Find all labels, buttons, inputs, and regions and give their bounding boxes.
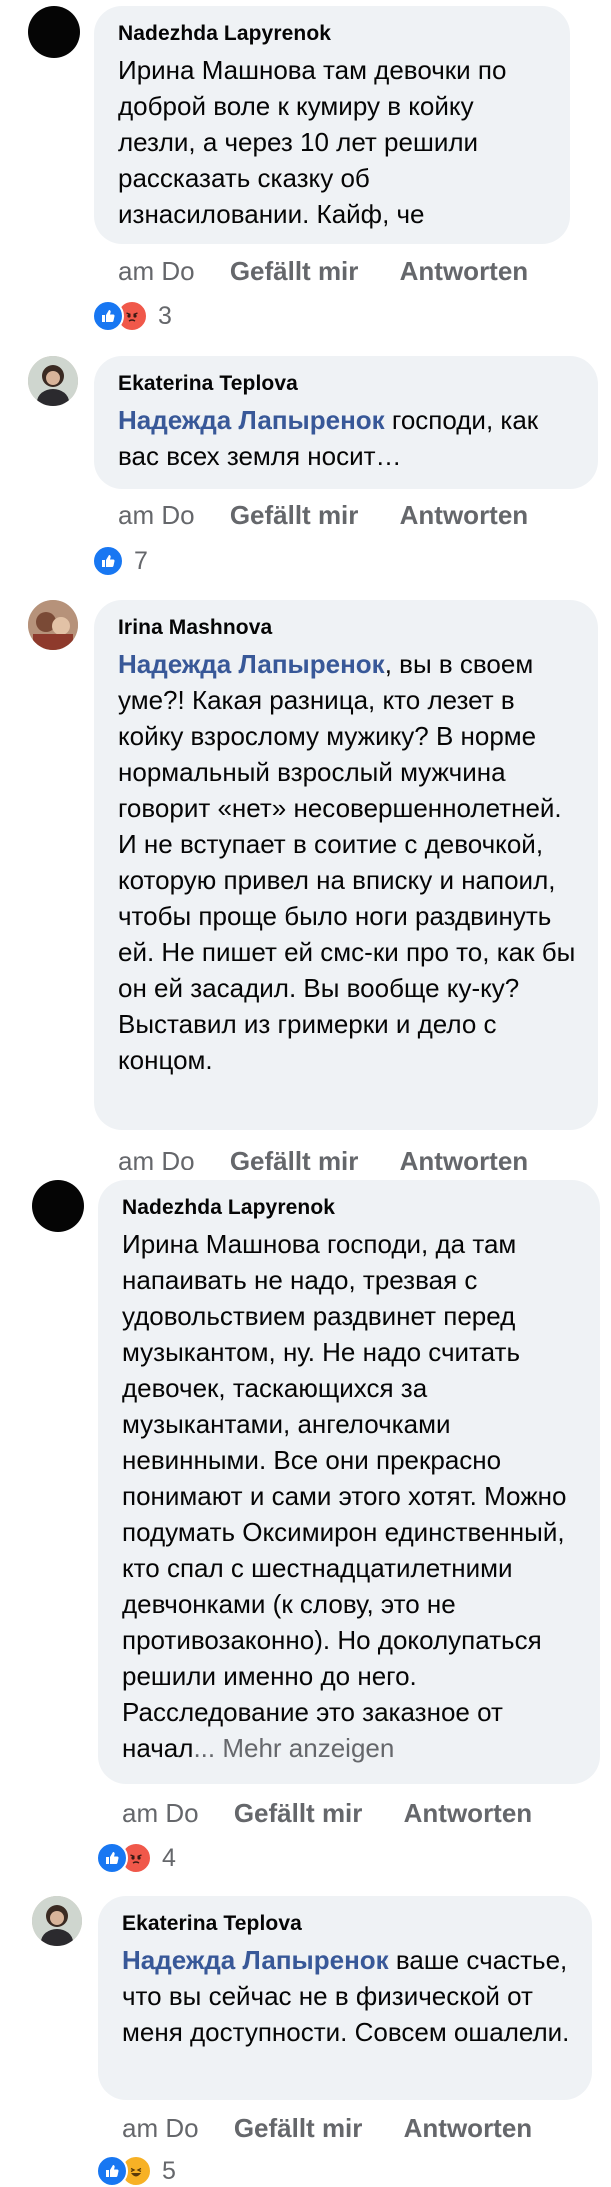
like-button[interactable]: Gefällt mir (230, 500, 359, 531)
comment-author[interactable]: Ekaterina Teplova (122, 1912, 570, 1936)
reply-button[interactable]: Antworten (404, 2113, 533, 2144)
reactions[interactable]: 7 (92, 545, 148, 577)
reply-button[interactable]: Antworten (400, 500, 529, 531)
mention-link[interactable]: Надежда Лапыренок (118, 405, 385, 435)
reply-button[interactable]: Antworten (400, 256, 529, 287)
reply-button[interactable]: Antworten (400, 1146, 529, 1170)
like-button[interactable]: Gefällt mir (230, 1146, 359, 1170)
reaction-count: 4 (162, 1843, 176, 1872)
comment-actions: am Do Gefällt mir Antworten (122, 1798, 532, 1829)
like-button[interactable]: Gefällt mir (234, 1798, 363, 1829)
like-button[interactable]: Gefällt mir (234, 2113, 363, 2144)
reactions[interactable]: 5 (96, 2155, 176, 2187)
avatar-photo (32, 1896, 82, 1946)
comment-actions: am Do Gefällt mir Antworten (122, 2113, 532, 2144)
reaction-count: 3 (158, 301, 172, 330)
comment-author[interactable]: Irina Mashnova (118, 616, 576, 640)
comment-bubble: Nadezhda Lapyrenok Ирина Машнова господи… (98, 1180, 600, 1784)
comment-bubble: Nadezhda Lapyrenok Ирина Машнова там дев… (94, 6, 570, 244)
comment-text: Надежда Лапыренок, вы в своем уме?! Кака… (118, 646, 576, 1078)
comment-author[interactable]: Nadezhda Lapyrenok (122, 1196, 578, 1220)
comment-bubble: Ekaterina Teplova Надежда Лапыренок ваше… (98, 1896, 592, 2100)
reactions[interactable]: 4 (96, 1842, 176, 1874)
comment-bubble: Irina Mashnova Надежда Лапыренок, вы в с… (94, 600, 598, 1130)
reactions[interactable]: 3 (92, 300, 172, 332)
comment-time[interactable]: am Do (118, 500, 195, 531)
comment-author[interactable]: Nadezhda Lapyrenok (118, 22, 548, 46)
reply-button[interactable]: Antworten (404, 1798, 533, 1829)
comment-author[interactable]: Ekaterina Teplova (118, 372, 576, 396)
comment-actions: am Do Gefällt mir Antworten (118, 1146, 528, 1170)
like-icon (92, 545, 124, 577)
comment-text: Ирина Машнова господи, да там напаивать … (122, 1226, 578, 1766)
like-icon (96, 1842, 128, 1874)
mention-link[interactable]: Надежда Лапыренок (122, 1945, 389, 1975)
avatar[interactable] (28, 6, 80, 58)
like-button[interactable]: Gefällt mir (230, 256, 359, 287)
comment-body: Ирина Машнова господи, да там напаивать … (122, 1229, 567, 1763)
comment-bubble: Ekaterina Teplova Надежда Лапыренок госп… (94, 356, 598, 489)
comment-text: Ирина Машнова там девочки по доброй воле… (118, 55, 507, 229)
avatar[interactable] (28, 600, 78, 650)
comment-time[interactable]: am Do (122, 1798, 199, 1829)
reaction-count: 5 (162, 2156, 176, 2185)
avatar-photo (28, 356, 78, 406)
comment-time[interactable]: am Do (122, 2113, 199, 2144)
comment-time[interactable]: am Do (118, 256, 195, 287)
comment-actions: am Do Gefällt mir Antworten (118, 256, 528, 287)
mention-link[interactable]: Надежда Лапыренок (118, 649, 385, 679)
like-icon (92, 300, 124, 332)
comment-text: Надежда Лапыренок господи, как вас всех … (118, 402, 576, 474)
comment-text: Надежда Лапыренок ваше счастье, что вы с… (122, 1942, 570, 2050)
comment-body: , вы в своем уме?! Какая разница, кто ле… (118, 649, 576, 1075)
see-more-link[interactable]: ... Mehr anzeigen (193, 1733, 394, 1763)
like-icon (96, 2155, 128, 2187)
avatar[interactable] (32, 1896, 82, 1946)
avatar[interactable] (28, 356, 78, 406)
reaction-count: 7 (134, 546, 148, 575)
comment-actions: am Do Gefällt mir Antworten (118, 500, 528, 531)
avatar-photo (28, 600, 78, 650)
avatar[interactable] (32, 1180, 84, 1232)
comment-time[interactable]: am Do (118, 1146, 195, 1170)
